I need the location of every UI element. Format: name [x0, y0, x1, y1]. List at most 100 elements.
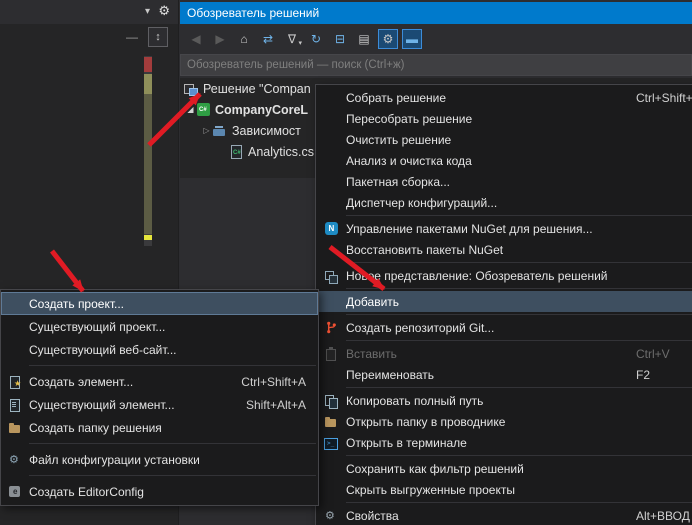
open-folder-icon	[324, 415, 338, 429]
menu-item-label: Создать EditorConfig	[29, 485, 310, 499]
menu-icon-slot	[1, 421, 29, 435]
menu-item-rebuild-solution[interactable]: Пересобрать решение	[316, 108, 692, 129]
tree-item-label: Решение "Compan	[203, 82, 311, 96]
menu-item-create-editorconfig[interactable]: Создать EditorConfig	[1, 480, 318, 503]
gear-icon[interactable]: ⚙	[158, 3, 170, 19]
menu-icon-slot	[316, 222, 346, 235]
menu-item-new-solution-explorer-view[interactable]: Новое представление: Обозреватель решени…	[316, 265, 692, 286]
tree-item-label: Analytics.cs	[248, 145, 314, 159]
menu-item-label: Создать репозиторий Git...	[346, 321, 692, 335]
minimize-icon[interactable]: —	[126, 30, 138, 44]
menu-separator	[346, 455, 692, 456]
menu-item-shortcut: Ctrl+Shift+B	[636, 91, 692, 105]
menu-item-existing-item[interactable]: Существующий элемент... Shift+Alt+A	[1, 393, 318, 416]
properties-wrench-icon[interactable]: ⚙	[378, 29, 398, 49]
menu-separator	[346, 288, 692, 289]
new-folder-icon	[8, 421, 22, 435]
menu-icon-slot	[1, 375, 29, 389]
editorconfig-icon	[8, 485, 22, 499]
menu-item-clean-solution[interactable]: Очистить решение	[316, 129, 692, 150]
menu-separator	[29, 475, 316, 476]
menu-item-label: Восстановить пакеты NuGet	[346, 243, 692, 257]
menu-item-existing-project[interactable]: Существующий проект...	[1, 315, 318, 338]
menu-icon-slot	[316, 394, 346, 408]
menu-item-batch-build[interactable]: Пакетная сборка...	[316, 171, 692, 192]
menu-item-hide-unloaded-projects[interactable]: Скрыть выгруженные проекты	[316, 479, 692, 500]
menu-item-open-in-terminal[interactable]: Открыть в терминале	[316, 432, 692, 453]
menu-item-label: Существующий элемент...	[29, 398, 238, 412]
menu-item-open-folder-in-explorer[interactable]: Открыть папку в проводнике	[316, 411, 692, 432]
git-branch-icon	[325, 321, 338, 334]
menu-item-paste[interactable]: Вставить Ctrl+V	[316, 343, 692, 364]
installer-config-icon	[8, 453, 22, 467]
menu-item-label: Файл конфигурации установки	[29, 453, 310, 467]
menu-item-label: Анализ и очистка кода	[346, 154, 692, 168]
refresh-icon[interactable]: ↻	[306, 29, 326, 49]
solution-explorer-titlebar[interactable]: Обозреватель решений	[180, 2, 692, 24]
menu-item-build-solution[interactable]: Собрать решение Ctrl+Shift+B	[316, 87, 692, 108]
menu-item-configuration-manager[interactable]: Диспетчер конфигураций...	[316, 192, 692, 213]
menu-icon-slot	[1, 485, 29, 499]
menu-item-label: Сохранить как фильтр решений	[346, 462, 692, 476]
tree-item-label: CompanyCoreL	[215, 103, 308, 117]
tree-item-label: Зависимост	[232, 124, 301, 138]
menu-item-new-solution-folder[interactable]: Создать папку решения	[1, 416, 318, 439]
menu-item-copy-full-path[interactable]: Копировать полный путь	[316, 390, 692, 411]
menu-item-save-as-solution-filter[interactable]: Сохранить как фильтр решений	[316, 458, 692, 479]
chevron-down-icon[interactable]: ▾	[145, 4, 150, 20]
collapse-all-icon[interactable]: ⊟	[330, 29, 350, 49]
menu-item-code-cleanup[interactable]: Анализ и очистка кода	[316, 150, 692, 171]
back-icon[interactable]: ◀	[186, 29, 206, 49]
menu-item-label: Свойства	[346, 509, 628, 523]
menu-separator	[346, 387, 692, 388]
menu-icon-slot	[316, 321, 346, 334]
preview-selected-items-icon[interactable]: ▬	[402, 29, 422, 49]
existing-item-icon	[8, 398, 22, 412]
menu-item-new-project[interactable]: Создать проект...	[1, 292, 318, 315]
menu-item-installer-configuration-file[interactable]: Файл конфигурации установки	[1, 448, 318, 471]
left-panel-header: ▾ ⚙	[0, 0, 178, 24]
menu-item-create-git-repository[interactable]: Создать репозиторий Git...	[316, 317, 692, 338]
menu-item-label: Создать папку решения	[29, 421, 310, 435]
menu-item-existing-web-site[interactable]: Существующий веб-сайт...	[1, 338, 318, 361]
expander-collapsed-icon[interactable]	[200, 124, 213, 137]
menu-icon-slot	[316, 436, 346, 450]
add-submenu: Создать проект... Существующий проект...…	[0, 289, 319, 506]
home-icon[interactable]: ⌂	[234, 29, 254, 49]
menu-item-label: Управление пакетами NuGet для решения...	[346, 222, 692, 236]
menu-item-restore-nuget-packages[interactable]: Восстановить пакеты NuGet	[316, 239, 692, 260]
search-input[interactable]: Обозреватель решений — поиск (Ctrl+ж)	[180, 54, 692, 76]
menu-icon-slot	[316, 415, 346, 429]
menu-item-label: Очистить решение	[346, 133, 692, 147]
menu-item-add[interactable]: Добавить	[316, 291, 692, 312]
visual-studio-window: ▾ ⚙ — ↕ Обозреватель решений ◀ ▶ ⌂ ⇄ ∇ ↻…	[0, 0, 692, 525]
csharp-project-icon	[197, 103, 210, 116]
menu-item-properties[interactable]: Свойства Alt+ВВОД	[316, 505, 692, 525]
menu-item-rename[interactable]: Переименовать F2	[316, 364, 692, 385]
menu-item-label: Диспетчер конфигураций...	[346, 196, 692, 210]
menu-item-label: Пакетная сборка...	[346, 175, 692, 189]
sync-with-active-document-icon[interactable]: ⇄	[258, 29, 278, 49]
expander-expanded-icon[interactable]	[184, 103, 197, 116]
menu-item-shortcut: Alt+ВВОД	[636, 509, 692, 523]
show-all-files-icon[interactable]: ▤	[354, 29, 374, 49]
scrollbar-mark-yellow	[144, 235, 152, 240]
nuget-icon	[325, 222, 338, 235]
menu-icon-slot	[1, 453, 29, 467]
menu-item-new-item[interactable]: Создать элемент... Ctrl+Shift+A	[1, 370, 318, 393]
menu-item-shortcut: Ctrl+Shift+A	[241, 375, 318, 389]
forward-icon[interactable]: ▶	[210, 29, 230, 49]
scrollbar-mark-red	[144, 57, 152, 72]
splitter-toggle-icon[interactable]: ↕	[148, 27, 168, 47]
paste-icon	[324, 347, 338, 361]
menu-item-label: Скрыть выгруженные проекты	[346, 483, 692, 497]
solution-icon	[184, 82, 198, 96]
menu-item-manage-nuget-packages[interactable]: Управление пакетами NuGet для решения...	[316, 218, 692, 239]
terminal-icon	[324, 436, 338, 450]
search-placeholder: Обозреватель решений — поиск (Ctrl+ж)	[187, 59, 405, 71]
menu-item-label: Переименовать	[346, 368, 628, 382]
copy-path-icon	[324, 394, 338, 408]
left-panel-scrollbar[interactable]	[144, 56, 152, 246]
menu-item-label: Собрать решение	[346, 91, 628, 105]
filter-dropdown-icon[interactable]: ∇	[282, 29, 302, 49]
